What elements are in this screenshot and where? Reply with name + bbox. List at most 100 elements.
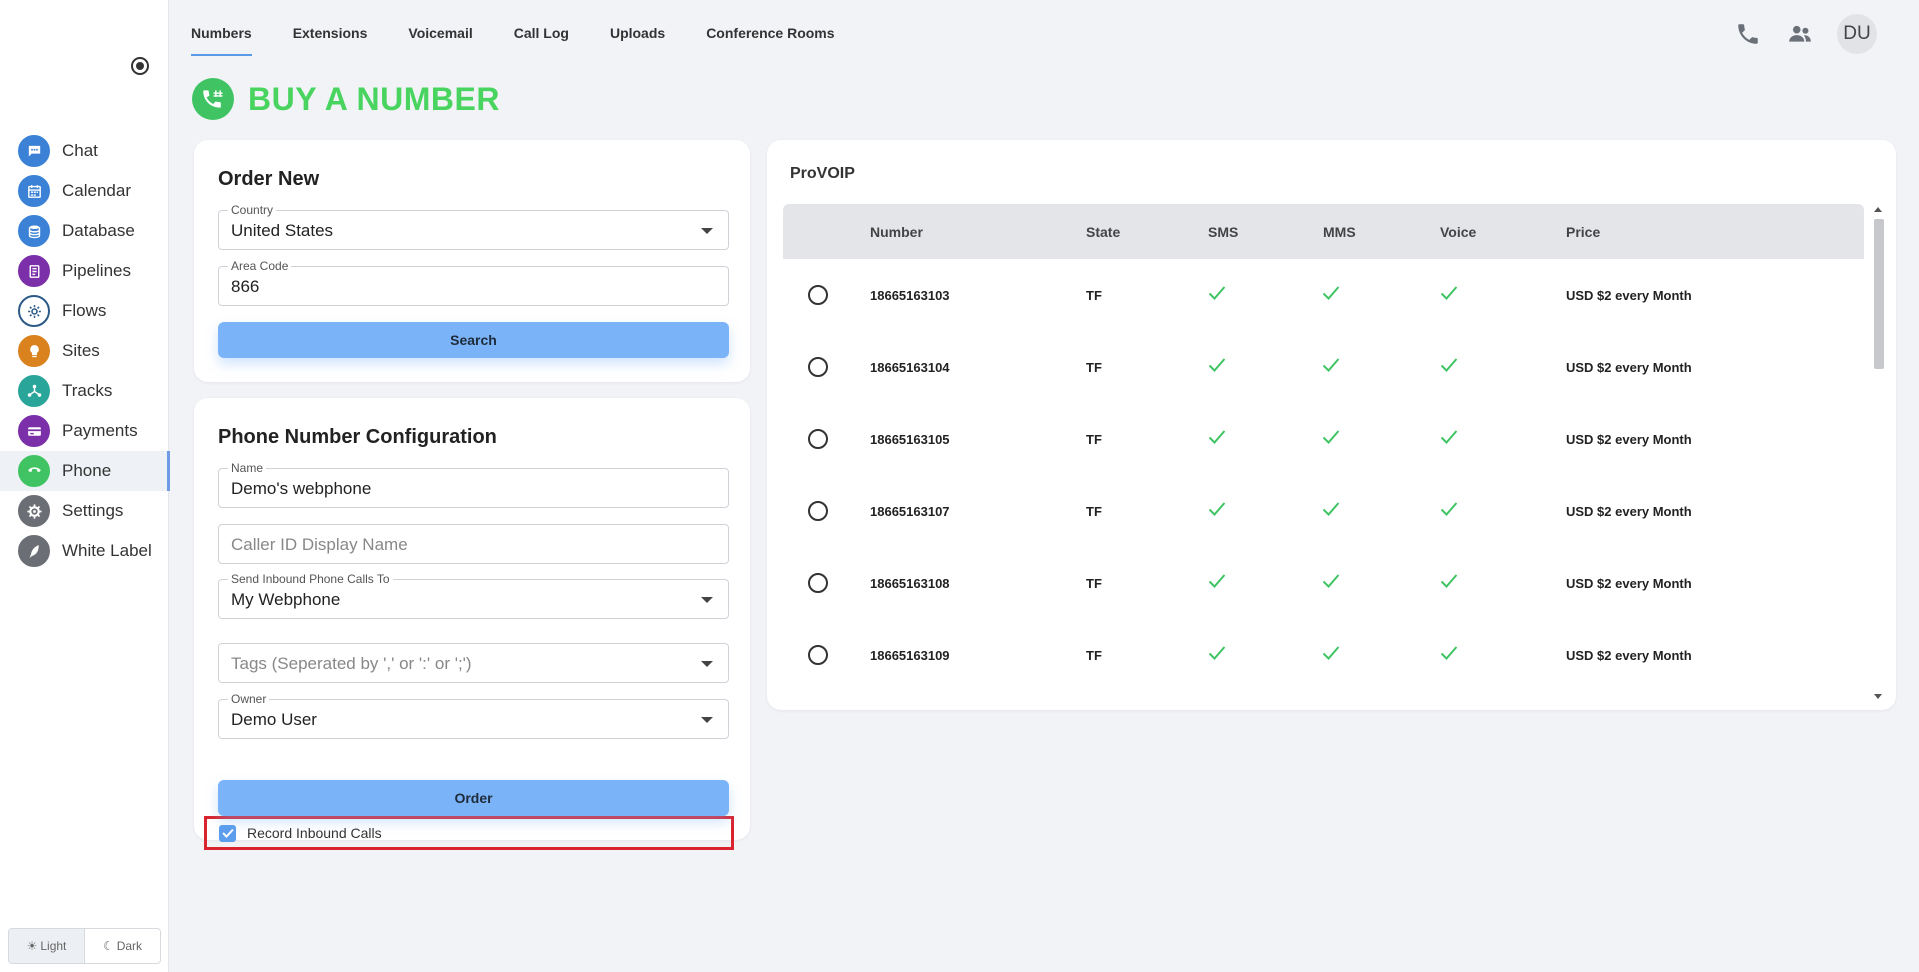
sidebar-item-label: Flows: [62, 301, 107, 320]
row-state: TF: [1086, 360, 1102, 375]
sidebar-item-sites[interactable]: Sites: [0, 331, 169, 371]
row-state: TF: [1086, 504, 1102, 519]
name-value: Demo's webphone: [231, 479, 372, 498]
user-avatar[interactable]: DU: [1837, 14, 1877, 54]
white-label-icon: [18, 535, 50, 567]
tab-uploads[interactable]: Uploads: [610, 0, 665, 56]
row-select-radio[interactable]: [808, 501, 828, 521]
sidebar-item-settings[interactable]: Settings: [0, 491, 169, 531]
chat-icon: [18, 135, 50, 167]
sidebar-item-label: Payments: [62, 421, 138, 440]
phone-config-card: Phone Number Configuration Name Demo's w…: [194, 398, 750, 850]
sidebar-item-label: Database: [62, 221, 135, 240]
table-row[interactable]: 18665163108 TF USD $2 every Month: [783, 547, 1864, 619]
tab-conference-rooms[interactable]: Conference Rooms: [706, 0, 834, 56]
theme-dark-label: Dark: [116, 939, 143, 953]
row-select-radio[interactable]: [808, 573, 828, 593]
row-state: TF: [1086, 288, 1102, 303]
sidebar-item-label: Settings: [62, 501, 124, 520]
column-header-mms: MMS: [1323, 224, 1356, 240]
table-scrollbar[interactable]: [1871, 204, 1885, 702]
provider-title: ProVOIP: [790, 165, 855, 182]
pipelines-icon: [18, 255, 50, 287]
sidebar-item-pipelines[interactable]: Pipelines: [0, 251, 169, 291]
contacts-icon[interactable]: [1785, 19, 1815, 49]
country-value: United States: [231, 221, 334, 240]
name-input[interactable]: Name Demo's webphone: [218, 461, 729, 508]
column-header-number: Number: [870, 224, 923, 240]
table-row[interactable]: 18665163103 TF USD $2 every Month: [783, 259, 1864, 331]
column-header-price: Price: [1566, 224, 1601, 240]
tags-select[interactable]: Tags (Seperated by ',' or ':' or ';'): [218, 643, 729, 683]
calendar-icon: [18, 175, 50, 207]
row-number: 18665163109: [870, 648, 950, 663]
sidebar-item-white-label[interactable]: White Label: [0, 531, 169, 571]
record-inbound-calls-checkbox[interactable]: [219, 824, 236, 842]
row-number: 18665163107: [870, 504, 950, 519]
sidebar-item-calendar[interactable]: Calendar: [0, 171, 169, 211]
row-state: TF: [1086, 648, 1102, 663]
owner-label: Owner: [228, 692, 270, 706]
sidebar-item-chat[interactable]: Chat: [0, 131, 169, 171]
mms-check-icon: [1322, 357, 1340, 373]
theme-light-button[interactable]: ☀ Light: [9, 929, 85, 963]
table-row[interactable]: 18665163107 TF USD $2 every Month: [783, 475, 1864, 547]
page-header: BUY A NUMBER: [192, 78, 500, 120]
table-row[interactable]: 18665163104 TF USD $2 every Month: [783, 331, 1864, 403]
sidebar-item-database[interactable]: Database: [0, 211, 169, 251]
sidebar-collapse-toggle[interactable]: [131, 57, 149, 75]
chevron-down-icon: [701, 717, 713, 723]
send-inbound-select[interactable]: Send Inbound Phone Calls To My Webphone: [218, 572, 729, 619]
owner-select[interactable]: Owner Demo User: [218, 692, 729, 739]
row-select-radio[interactable]: [808, 645, 828, 665]
phone-dialpad-icon: [192, 78, 234, 120]
scroll-down-arrow-icon[interactable]: [1874, 694, 1882, 699]
sidebar-item-flows[interactable]: Flows: [0, 291, 169, 331]
scrollbar-thumb[interactable]: [1874, 219, 1884, 369]
phone-config-title: Phone Number Configuration: [218, 426, 497, 448]
table-row[interactable]: 18665163109 TF USD $2 every Month: [783, 619, 1864, 691]
sidebar-item-label: Pipelines: [62, 261, 131, 280]
country-select[interactable]: Country United States: [218, 203, 729, 250]
tab-numbers[interactable]: Numbers: [191, 0, 252, 56]
row-select-radio[interactable]: [808, 429, 828, 449]
row-select-radio[interactable]: [808, 285, 828, 305]
column-header-voice: Voice: [1440, 224, 1477, 240]
owner-value: Demo User: [231, 710, 317, 729]
tab-voicemail[interactable]: Voicemail: [408, 0, 472, 56]
voice-check-icon: [1440, 573, 1458, 589]
sidebar-item-payments[interactable]: Payments: [0, 411, 169, 451]
row-state: TF: [1086, 432, 1102, 447]
tab-call-log[interactable]: Call Log: [514, 0, 569, 56]
row-number: 18665163105: [870, 432, 950, 447]
theme-light-label: Light: [40, 939, 67, 953]
order-button[interactable]: Order: [218, 780, 729, 816]
sidebar-item-tracks[interactable]: Tracks: [0, 371, 169, 411]
moon-icon: ☾: [102, 939, 114, 953]
theme-toggle: ☀ Light ☾ Dark: [8, 928, 161, 964]
settings-icon: [18, 495, 50, 527]
tracks-icon: [18, 375, 50, 407]
flows-icon: [18, 295, 50, 327]
phone-call-icon[interactable]: [1733, 19, 1763, 49]
page-title: BUY A NUMBER: [248, 80, 500, 117]
top-tabs: Numbers Extensions Voicemail Call Log Up…: [191, 0, 876, 56]
area-code-input[interactable]: Area Code 866: [218, 259, 729, 306]
payments-icon: [18, 415, 50, 447]
sidebar-item-phone[interactable]: Phone: [0, 451, 170, 491]
sms-check-icon: [1208, 429, 1226, 445]
mms-check-icon: [1322, 285, 1340, 301]
scroll-up-arrow-icon[interactable]: [1874, 207, 1882, 212]
row-state: TF: [1086, 576, 1102, 591]
search-button[interactable]: Search: [218, 322, 729, 358]
table-row[interactable]: 18665163105 TF USD $2 every Month: [783, 403, 1864, 475]
row-price: USD $2 every Month: [1566, 648, 1692, 663]
row-price: USD $2 every Month: [1566, 288, 1692, 303]
tab-extensions[interactable]: Extensions: [293, 0, 368, 56]
row-select-radio[interactable]: [808, 357, 828, 377]
sms-check-icon: [1208, 645, 1226, 661]
name-label: Name: [228, 461, 267, 475]
theme-dark-button[interactable]: ☾ Dark: [85, 929, 160, 963]
caller-id-input[interactable]: Caller ID Display Name: [218, 524, 729, 564]
chevron-down-icon: [701, 597, 713, 603]
